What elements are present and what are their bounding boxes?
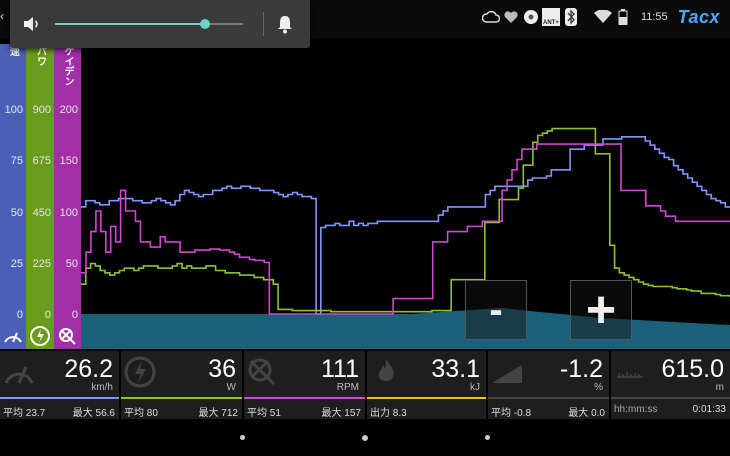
cadence-tick: 50 [65, 258, 78, 270]
volume-slider-fill [55, 23, 206, 25]
energy-value: 33.1 [431, 355, 480, 383]
series-line-1 [81, 127, 730, 313]
distance-unit: m [715, 382, 724, 393]
ride-chart [81, 127, 730, 349]
power-underline [121, 397, 242, 399]
status-icons: ANT+ 11:55 Tacx [481, 0, 730, 34]
power-tick: 900 [32, 104, 51, 116]
speed-axis-label: 速 [7, 46, 19, 56]
power-max: 最大 712 [198, 408, 238, 419]
speed-tick: 25 [10, 258, 23, 270]
speedometer-icon [4, 366, 34, 384]
cadence-tick: 200 [59, 104, 78, 116]
home-button[interactable] [362, 435, 368, 441]
stat-slope: -1.2 % 平均 -0.8 最大 0.0 [488, 351, 609, 419]
speed-underline [0, 397, 119, 399]
bluetooth-icon [561, 7, 581, 27]
energy-underline [367, 397, 486, 399]
energy-unit: kJ [470, 382, 480, 393]
speed-value: 26.2 [64, 355, 113, 383]
ant-label: ANT+ [541, 8, 560, 26]
power-value: 36 [208, 355, 236, 383]
divider [263, 12, 264, 36]
back-button[interactable] [240, 435, 245, 440]
plus-button[interactable]: + [570, 280, 632, 340]
power-tick: 675 [32, 155, 51, 167]
navigation-bar [0, 420, 730, 456]
flower-icon [521, 7, 541, 27]
cadence-avg: 平均 51 [247, 408, 281, 419]
power-avg: 平均 80 [124, 408, 158, 419]
power-tick: 225 [32, 258, 51, 270]
recent-apps-button[interactable] [485, 435, 490, 440]
cadence-underline [244, 397, 365, 399]
energy-output: 出力 8.3 [370, 408, 407, 419]
slope-unit: % [594, 382, 603, 393]
minus-button[interactable]: - [465, 280, 527, 340]
stat-cadence: 111 RPM 平均 51 最大 157 [244, 351, 365, 419]
wifi-icon [593, 7, 613, 27]
slope-max: 最大 0.0 [568, 408, 605, 419]
power-icon [124, 356, 156, 388]
back-arrow-icon[interactable]: ‹ [0, 9, 4, 23]
speed-tick: 100 [4, 104, 23, 116]
tacx-logo: Tacx [677, 6, 720, 27]
volume-slider[interactable] [55, 19, 243, 29]
cadence-icon [248, 358, 276, 386]
cadence-tick: 100 [59, 207, 78, 219]
power-tick: 450 [32, 207, 51, 219]
slope-icon [492, 365, 522, 383]
flame-icon [378, 359, 394, 382]
cadence-axis-label: ケイデン [62, 46, 73, 86]
cadence-max: 最大 157 [321, 408, 361, 419]
cadence-tick: 0 [71, 309, 78, 321]
volume-popup [10, 0, 310, 48]
heart-icon [501, 7, 521, 27]
series-line-0 [81, 136, 730, 315]
speed-unit: km/h [91, 382, 113, 393]
power-axis-label: パワ [34, 46, 46, 66]
slope-value: -1.2 [559, 355, 603, 383]
cadence-icon [54, 323, 81, 349]
distance-underline [611, 397, 730, 399]
stat-speed: 26.2 km/h 平均 23.7 最大 56.6 [0, 351, 119, 419]
volume-slider-thumb[interactable] [200, 19, 211, 29]
ruler-icon [617, 372, 643, 378]
slope-underline [488, 397, 609, 399]
cadence-value: 111 [320, 355, 359, 383]
minus-label: - [489, 288, 503, 332]
ant-plus-icon: ANT+ [541, 7, 561, 27]
cadence-tick: 150 [59, 155, 78, 167]
power-tick: 0 [44, 309, 51, 321]
battery-icon [613, 7, 633, 27]
bell-icon[interactable] [276, 14, 294, 39]
stat-power: 36 W 平均 80 最大 712 [121, 351, 242, 419]
speed-tick: 50 [10, 207, 23, 219]
plus-label: + [585, 281, 617, 339]
stat-energy: 33.1 kJ 出力 8.3 [367, 351, 486, 419]
speed-max: 最大 56.6 [72, 408, 115, 419]
time-label: hh:mm:ss [614, 404, 658, 415]
speedometer-icon [0, 323, 26, 349]
clock: 11:55 [640, 11, 668, 23]
speed-avg: 平均 23.7 [3, 408, 46, 419]
speaker-icon[interactable] [22, 14, 42, 39]
elevation-profile [81, 308, 730, 349]
cloud-upload-icon [481, 7, 501, 27]
distance-value: 615.0 [661, 355, 724, 383]
series-line-2 [81, 143, 730, 315]
stat-distance: 615.0 m hh:mm:ss 0:01:33 [611, 351, 730, 419]
power-unit: W [226, 382, 236, 393]
slope-avg: 平均 -0.8 [491, 408, 532, 419]
speed-axis: 速 100 75 50 25 0 [0, 44, 26, 349]
speed-tick: 0 [16, 309, 23, 321]
power-icon [26, 323, 54, 349]
cadence-axis: ケイデン 200 150 100 50 0 [54, 44, 81, 349]
speed-tick: 75 [10, 155, 23, 167]
cadence-unit: RPM [336, 382, 359, 393]
power-axis: パワ 900 675 450 225 0 [26, 44, 54, 349]
elapsed-time: 0:01:33 [692, 404, 726, 415]
